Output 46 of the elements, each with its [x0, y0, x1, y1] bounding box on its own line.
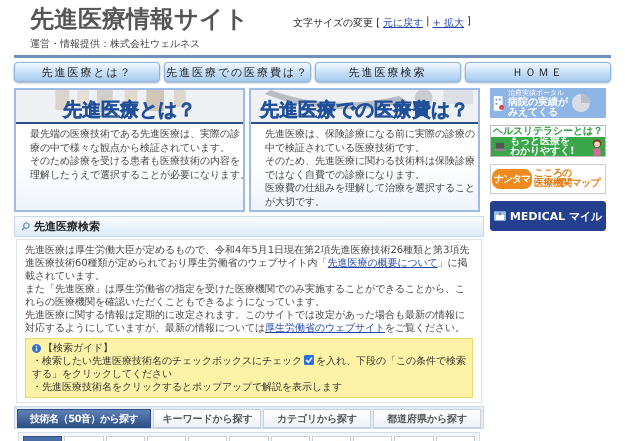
- ad-banner[interactable]: MEDICAL マイル: [490, 201, 606, 231]
- panel-text: そのため、先進医療に関わる技術料は保険診療: [265, 155, 476, 169]
- search-tab[interactable]: キーワードから探す: [153, 409, 262, 428]
- panel-text: 医療費の仕組みを理解して治療を選択すること: [265, 182, 476, 196]
- guide-text: ・検索したい先進医療技術名のチェックボックスにチェック を入れ、下段の「この条件で検索する」をクリックしてください: [32, 355, 466, 381]
- separator: |: [426, 16, 430, 29]
- search-tab[interactable]: カテゴリから探す: [263, 409, 372, 428]
- banner-text: わかりやすく!: [510, 146, 575, 156]
- panel-text: 療の中で様々な観点から検証されています。: [30, 142, 231, 156]
- nav-button[interactable]: ＨＯＭＥ: [464, 62, 611, 82]
- section-title: 先進医療検索: [34, 219, 100, 234]
- text-link[interactable]: 先進医療の概要について: [328, 258, 438, 269]
- guide-title: 【検索ガイド】: [43, 342, 113, 355]
- bracket: ]: [467, 16, 471, 29]
- panel-text: そのため診療を受ける患者も医療技術の内容を: [30, 155, 241, 169]
- font-size-link[interactable]: + 拡大: [432, 16, 464, 30]
- panel-text: 最先端の医療技術である先進医療は、実際の診: [30, 128, 241, 142]
- site-title: 先進医療情報サイト: [30, 4, 249, 34]
- feature-panel[interactable]: 先進医療での医療費は？ 先進医療は、保険診療になる前に実際の診療の 中で検証されている医療技術です。 そのため、先進医療に関わる技術料は保険診療 ではなく自費での診療になります。 医療費の仕組みを理解して治療を選択すること が大切です。: [249, 88, 480, 212]
- search-tab[interactable]: 都道府県から探す: [373, 409, 481, 428]
- nav-button[interactable]: 先進医療とは？: [14, 62, 160, 82]
- nav-button[interactable]: 先進医療検索: [314, 62, 461, 82]
- banner-text: みえてくる: [508, 108, 559, 118]
- body-paragraph: 先進医療に関する情報は定期的に改定されます。このサイトでは改定があった場合も最新の情報に対応するようにしていますが、最新の情報については厚生労働省のウェブサイト をご覧ください。: [25, 309, 466, 335]
- feature-panel[interactable]: 先進医療とは？ 最先端の医療技術である先進医療は、実際の診 療の中で様々な観点から検証されています。 そのため診療を受ける患者も医療技術の内容を 理解したうえで選択することが必要になります。: [14, 88, 245, 212]
- banner-logo: MEDICAL マイル: [510, 208, 602, 224]
- body-paragraph: また「先進医療」は厚生労働省の指定を受けた医療機関でのみ実施することができることから、これらの医療機関を確認いただくこともできるようになっています。: [25, 283, 466, 309]
- font-size-link[interactable]: 元に戻す: [383, 16, 424, 30]
- panel-text: ではなく自費での診療になります。: [265, 168, 426, 182]
- banner-logo: ナンタマ: [492, 169, 532, 189]
- panel-text: 中で検証されている医療技術です。: [265, 142, 426, 156]
- banner-text: 病院の実績が: [508, 98, 568, 108]
- body-paragraph: 先進医療は厚生労働大臣が定めるもので、令和4年5月1日現在第2項先進医療技術26種類と第3項先進医療技術60種類が定められており厚生労働省のウェブサイト内「先進医療の概要について」に掲載されています。: [25, 244, 471, 283]
- banner-text: 医療機関マップ: [534, 179, 600, 189]
- panel-title: 先進医療とは？: [16, 98, 243, 124]
- operator-text: 運営・情報提供：株式会社ウェルネス: [30, 38, 201, 51]
- banner-text: こころの: [534, 169, 572, 179]
- nav-button[interactable]: 先進医療での医療費は？: [164, 62, 310, 82]
- text-link[interactable]: 厚生労働省のウェブサイト: [265, 323, 385, 334]
- panel-text: 先進医療は、保険診療になる前に実際の診療の: [265, 128, 476, 142]
- guide-text: ・先進医療技術名をクリックするとポップアップで解説を表示します: [32, 381, 343, 394]
- font-size-label: 文字サイズの変更 [: [293, 16, 380, 30]
- panel-title: 先進医療での医療費は？: [251, 98, 478, 124]
- panel-text: が大切です。: [265, 196, 326, 210]
- search-tab[interactable]: 技術名（50音）から探す: [17, 409, 152, 428]
- panel-text: 理解したうえで選択することが必要になります。: [30, 168, 243, 182]
